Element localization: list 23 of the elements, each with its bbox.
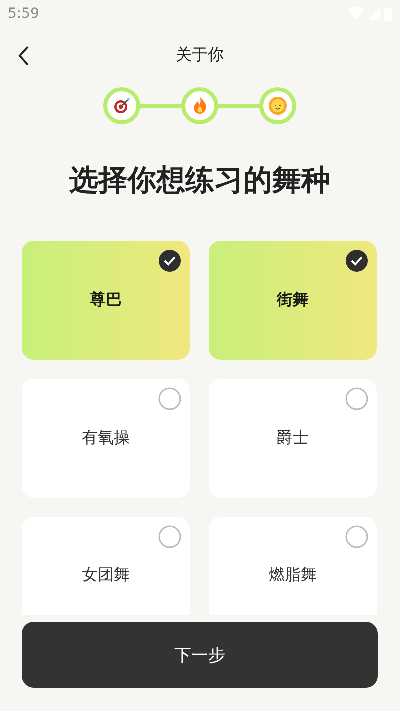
status-time: 5:59 (8, 6, 40, 22)
radio-icon (158, 525, 182, 549)
dance-option-card[interactable]: 爵士 (209, 379, 377, 498)
page-heading: 选择你想练习的舞种 (68, 162, 332, 199)
radio-icon (158, 387, 182, 411)
radio-icon (345, 387, 369, 411)
dance-option-card[interactable]: 有氧操 (22, 379, 190, 498)
option-label: 有氧操 (82, 428, 130, 449)
page-title: 关于你 (176, 44, 224, 66)
option-label: 尊巴 (90, 290, 122, 311)
radio-icon (345, 525, 369, 549)
option-label: 街舞 (277, 290, 309, 311)
option-label: 燃脂舞 (269, 564, 317, 586)
dance-option-card[interactable]: 街舞 (209, 241, 377, 360)
dance-option-card[interactable]: 女团舞 (22, 517, 190, 615)
option-label: 女团舞 (82, 564, 130, 586)
option-label: 爵士 (277, 428, 309, 449)
check-icon (345, 249, 369, 273)
dance-option-card[interactable]: 燃脂舞 (209, 517, 377, 615)
back-icon[interactable] (18, 46, 30, 66)
next-button[interactable]: 下一步 (22, 622, 378, 688)
check-icon (158, 249, 182, 273)
dance-option-card[interactable]: 尊巴 (22, 241, 190, 360)
